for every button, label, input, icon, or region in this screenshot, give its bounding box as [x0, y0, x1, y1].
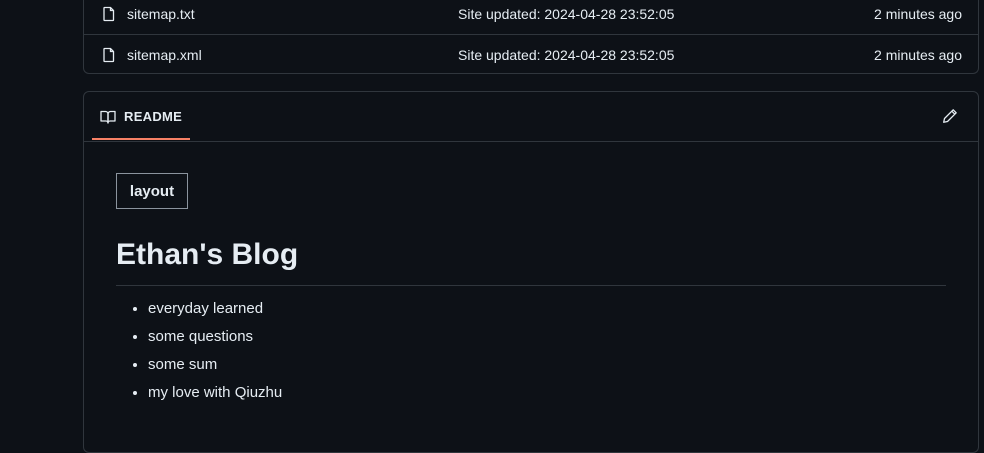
- commit-time: 2 minutes ago: [874, 6, 962, 22]
- file-row[interactable]: sitemap.xml Site updated: 2024-04-28 23:…: [84, 34, 978, 74]
- file-list: sitemap.txt Site updated: 2024-04-28 23:…: [83, 0, 979, 74]
- list-item: my love with Qiuzhu: [148, 379, 282, 407]
- file-name-link[interactable]: sitemap.xml: [127, 47, 202, 63]
- commit-message-link[interactable]: Site updated: 2024-04-28 23:52:05: [458, 47, 674, 63]
- list-item: some questions: [148, 323, 282, 351]
- file-icon: [103, 6, 115, 22]
- readme-panel: README layout Ethan's Blog everyday lear…: [83, 91, 979, 453]
- readme-list: everyday learned some questions some sum…: [116, 295, 282, 407]
- commit-time: 2 minutes ago: [874, 46, 962, 63]
- file-row[interactable]: sitemap.txt Site updated: 2024-04-28 23:…: [84, 0, 978, 34]
- file-name-link[interactable]: sitemap.txt: [127, 6, 195, 22]
- book-icon: [100, 110, 116, 124]
- readme-tab-label: README: [124, 109, 183, 124]
- readme-header: README: [84, 92, 978, 142]
- commit-message-link[interactable]: Site updated: 2024-04-28 23:52:05: [458, 6, 674, 22]
- list-item: some sum: [148, 351, 282, 379]
- title-divider: [116, 285, 946, 286]
- file-icon: [103, 47, 115, 62]
- pencil-icon[interactable]: [942, 108, 958, 124]
- page-title: Ethan's Blog: [116, 238, 299, 271]
- tab-readme[interactable]: README: [92, 92, 190, 140]
- list-item: everyday learned: [148, 295, 282, 323]
- layout-tag: layout: [116, 173, 188, 209]
